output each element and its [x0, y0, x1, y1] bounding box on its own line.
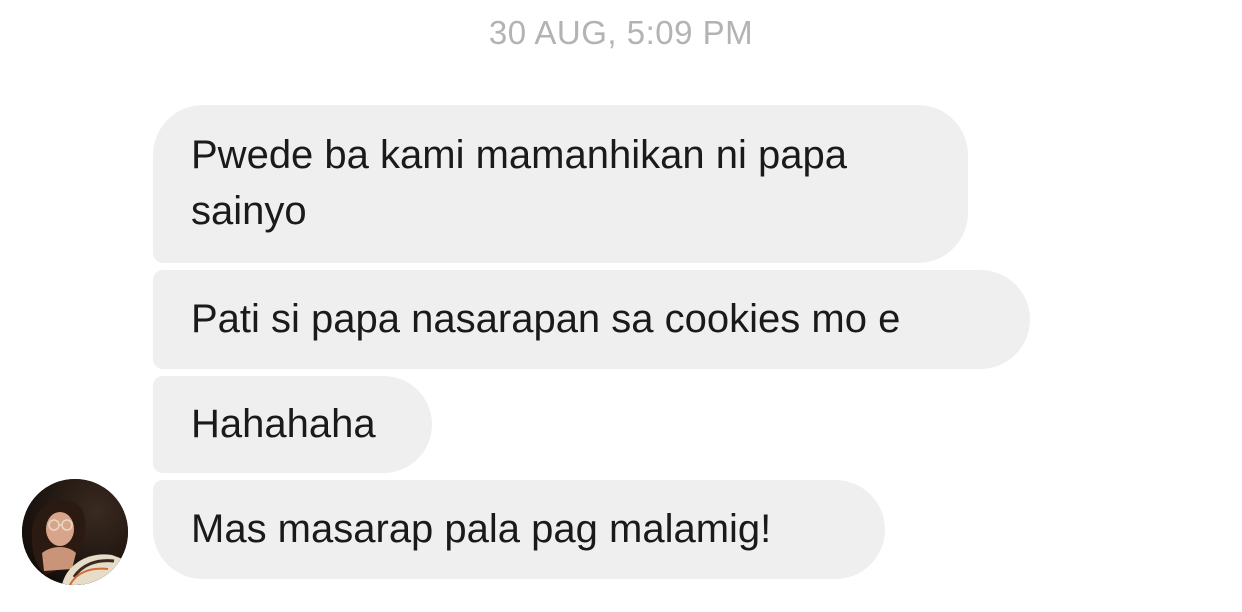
message-bubble[interactable]: Pati si papa nasarapan sa cookies mo e	[153, 270, 1030, 369]
message-bubble[interactable]: Hahahaha	[153, 376, 432, 473]
message-timestamp: 30 AUG, 5:09 PM	[488, 14, 754, 51]
profile-photo-icon	[22, 479, 128, 585]
chat-thread: 30 AUG, 5:09 PM Pwede ba kami mamanhikan…	[0, 0, 1242, 612]
sender-avatar[interactable]	[22, 479, 128, 585]
message-bubble[interactable]: Pwede ba kami mamanhikan ni papa sainyo	[153, 105, 968, 263]
message-bubble[interactable]: Mas masarap pala pag malamig!	[153, 480, 885, 579]
